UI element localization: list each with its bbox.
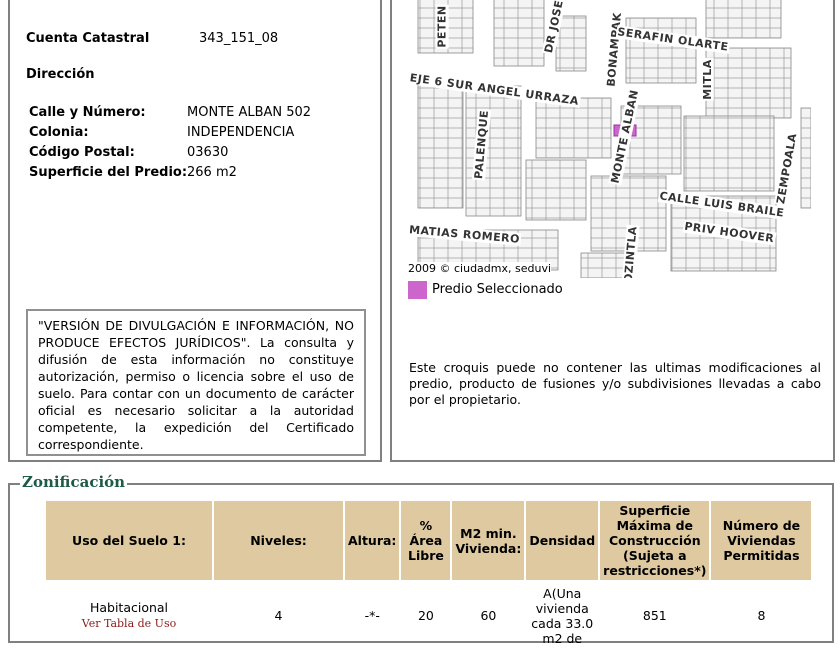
cuenta-label: Cuenta Catastral [26, 31, 150, 46]
header-viviendas: Número de Viviendas Permitidas [711, 501, 812, 580]
colonia-label: Colonia: [29, 125, 89, 140]
calle-value: MONTE ALBAN 502 [187, 105, 312, 120]
zonificacion-section: Zonificación Uso del Suelo 1: Niveles: A… [8, 473, 834, 646]
superficie-label: Superficie del Predio: [29, 165, 188, 180]
direccion-title: Dirección [26, 67, 95, 82]
header-uso: Uso del Suelo 1: [46, 501, 212, 580]
cell-altura: -*- [364, 607, 380, 623]
calle-label: Calle y Número: [29, 105, 146, 120]
map-copyright: 2009 © ciudadmx, seduvi [408, 262, 552, 275]
table-header-row: Uso del Suelo 1: Niveles: Altura: % Área… [46, 501, 812, 580]
legend-swatch-icon [408, 281, 427, 299]
zonificacion-table: Uso del Suelo 1: Niveles: Altura: % Área… [44, 499, 813, 650]
cell-sup-max: 851 [642, 607, 667, 623]
cell-m2-min: 60 [480, 607, 497, 623]
street-label: MITLA [700, 58, 714, 101]
cell-viviendas: 8 [757, 607, 766, 623]
cadastral-map[interactable]: PETEN DR JOSE BONAMPAK SERAFIN OLARTE MI… [406, 0, 811, 278]
cell-area-libre: 20 [417, 607, 434, 623]
table-row: Habitacional Ver Tabla de Uso 4 -*- 20 60… [46, 582, 811, 648]
cuenta-value: 343_151_08 [199, 31, 279, 46]
cell-niveles: 4 [274, 607, 283, 623]
disclaimer-box: "VERSIÓN DE DIVULGACIÓN E INFORMACIÓN, N… [26, 309, 366, 456]
header-densidad: Densidad [526, 501, 599, 580]
colonia-value: INDEPENDENCIA [187, 125, 295, 140]
cp-label: Código Postal: [29, 145, 135, 160]
header-area-libre: % Área Libre [401, 501, 451, 580]
header-altura: Altura: [345, 501, 400, 580]
map-note: Este croquis puede no contener las ultim… [409, 360, 821, 407]
zonificacion-title: Zonificación [20, 473, 128, 491]
legend-label: Predio Seleccionado [432, 282, 563, 297]
cell-uso: Habitacional Ver Tabla de Uso [46, 582, 212, 648]
ver-tabla-link[interactable]: Ver Tabla de Uso [82, 617, 176, 630]
cp-value: 03630 [187, 145, 229, 160]
uso-value: Habitacional [89, 599, 169, 615]
cell-densidad: A(Una vivienda cada 33.0 m2 de [531, 586, 594, 646]
header-sup-max: Superficie Máxima de Construcción (Sujet… [600, 501, 710, 580]
map-panel: PETEN DR JOSE BONAMPAK SERAFIN OLARTE MI… [390, 0, 835, 462]
superficie-value: 266 m2 [187, 165, 237, 180]
header-m2-min: M2 min. Vivienda: [452, 501, 525, 580]
header-niveles: Niveles: [214, 501, 343, 580]
street-label: PETEN [435, 4, 449, 49]
predio-info-panel: Cuenta Catastral 343_151_08 Dirección Ca… [8, 0, 382, 462]
